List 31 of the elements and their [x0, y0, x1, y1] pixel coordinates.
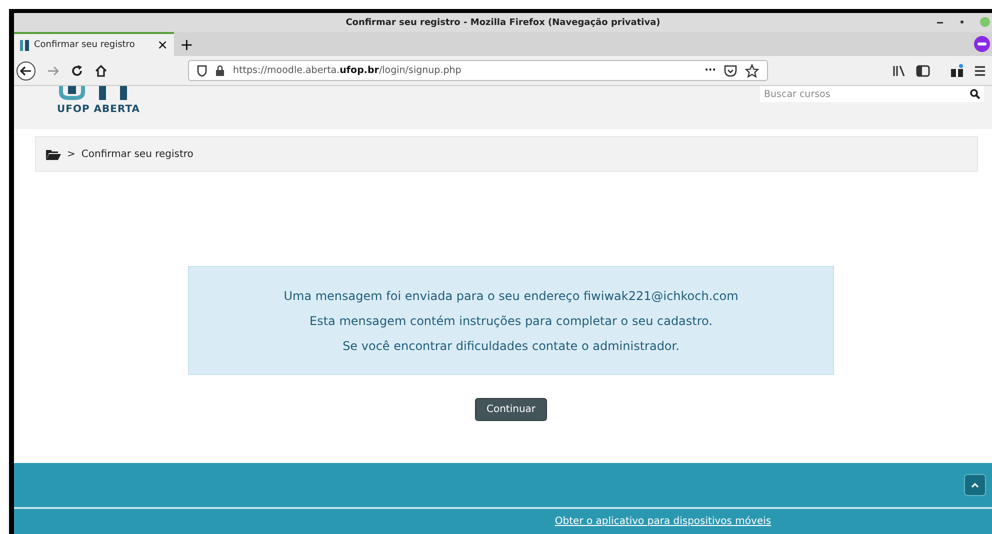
address-bar[interactable]: https://moodle.aberta.ufop.br/login/signup.php ···: [188, 60, 768, 81]
new-tab-button[interactable]: +: [180, 34, 194, 54]
window-title: Confirmar seu registro - Mozilla Firefox (Navegação privativa): [346, 18, 660, 28]
tab-close-button[interactable]: ×: [157, 38, 168, 52]
home-icon[interactable]: [94, 64, 108, 78]
continue-button[interactable]: Continuar: [475, 398, 547, 421]
lock-icon: [215, 65, 225, 76]
page-actions-button[interactable]: ···: [704, 65, 716, 76]
search-input[interactable]: Buscar cursos: [760, 88, 970, 100]
pocket-icon[interactable]: [724, 64, 737, 76]
search-field[interactable]: Buscar cursos: [760, 86, 984, 102]
star-icon[interactable]: [745, 64, 759, 78]
logo-text: UFOP ABERTA: [57, 104, 140, 115]
reload-icon[interactable]: [70, 64, 84, 78]
library-icon[interactable]: [892, 64, 906, 76]
message-text: Uma mensagem foi enviada para o seu endereço fiwiwak221@ichkoch.com: [284, 288, 738, 302]
menu-icon[interactable]: [974, 64, 986, 76]
back-to-top-button[interactable]: [964, 474, 986, 496]
folder-icon: [46, 148, 61, 160]
site-icon: [20, 40, 30, 50]
message-text: Se você encontrar dificuldades contate o administrador.: [342, 338, 680, 352]
browser-tab[interactable]: Confirmar seu registro ×: [14, 32, 174, 56]
url-text: https://moodle.aberta.ufop.br/login/signup.php: [233, 65, 462, 76]
mask-icon: [974, 36, 990, 52]
back-icon[interactable]: [16, 60, 36, 80]
message-text: Esta mensagem contém instruções para completar o seu cadastro.: [309, 314, 712, 328]
sidebar-icon[interactable]: [916, 64, 930, 76]
search-icon[interactable]: [970, 89, 980, 99]
breadcrumb-separator: >: [67, 148, 76, 160]
shield-icon: [197, 64, 207, 76]
breadcrumb-item[interactable]: Confirmar seu registro: [81, 148, 194, 160]
